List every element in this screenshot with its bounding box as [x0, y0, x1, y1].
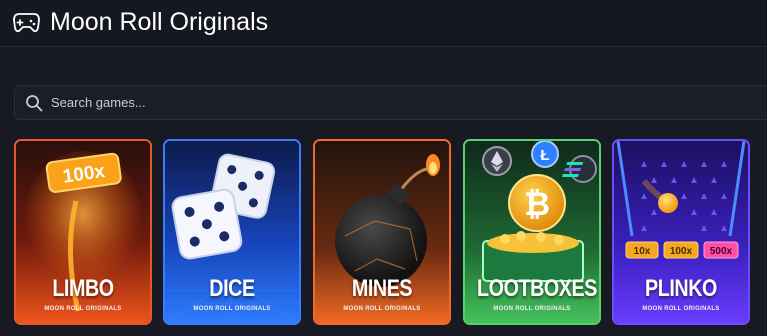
multiplier-slots: 10x 100x 500x — [625, 241, 739, 259]
ethereum-coin — [482, 146, 512, 176]
game-title: PLINKO — [645, 275, 717, 302]
game-card-lootboxes[interactable]: Ł ₿ LOOTBOXES MOON ROLL ORIGINALS — [463, 139, 601, 325]
page: Moon Roll Originals Search games... 100x… — [0, 0, 767, 336]
svg-text:₿: ₿ — [524, 186, 550, 222]
header-bar: Moon Roll Originals — [0, 0, 767, 47]
game-card-dice[interactable]: DICE MOON ROLL ORIGINALS — [163, 139, 301, 325]
page-title: Moon Roll Originals — [50, 8, 269, 36]
game-title: LOOTBOXES — [477, 275, 597, 302]
game-subtitle: MOON ROLL ORIGINALS — [493, 306, 571, 312]
gamepad-icon — [13, 13, 40, 33]
game-card-mines[interactable]: MINES MOON ROLL ORIGINALS — [313, 139, 451, 325]
game-card-limbo[interactable]: 100x LIMBO MOON ROLL ORIGINALS — [14, 139, 152, 325]
search-input[interactable] — [51, 86, 751, 119]
game-card-plinko[interactable]: 10x 100x 500x PLINKO MOON ROLL ORIGINALS — [612, 139, 750, 325]
game-subtitle: MOON ROLL ORIGINALS — [44, 306, 122, 312]
search-box[interactable] — [14, 85, 767, 120]
game-subtitle: MOON ROLL ORIGINALS — [642, 306, 720, 312]
search-icon — [26, 95, 43, 112]
game-title: MINES — [351, 275, 413, 302]
game-subtitle: MOON ROLL ORIGINALS — [343, 306, 421, 312]
multiplier-slot-label: 500x — [710, 246, 733, 257]
multiplier-slot-label: 10x — [634, 246, 651, 257]
fuse-flame — [426, 154, 440, 176]
game-title: DICE — [209, 275, 255, 302]
game-title: LIMBO — [52, 275, 114, 302]
game-subtitle: MOON ROLL ORIGINALS — [193, 306, 271, 312]
svg-text:Ł: Ł — [540, 147, 549, 164]
plinko-ball — [658, 193, 678, 213]
treasure-chest — [482, 231, 584, 282]
bitcoin-coin: ₿ — [508, 174, 566, 232]
multiplier-slot-label: 100x — [670, 246, 693, 257]
die-front — [171, 188, 243, 260]
litecoin-coin: Ł — [531, 141, 559, 168]
